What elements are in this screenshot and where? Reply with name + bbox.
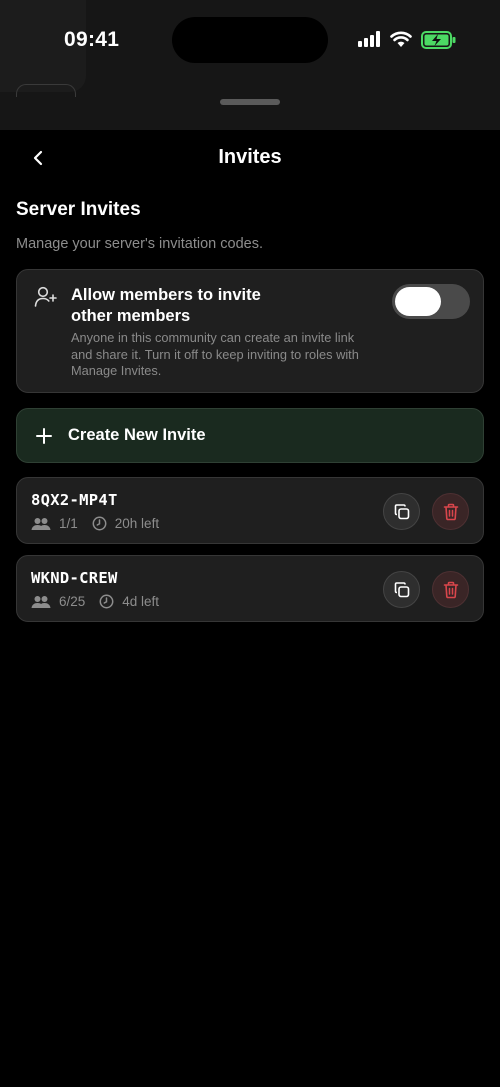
section-title: Server Invites bbox=[16, 199, 141, 220]
sheet-grabber[interactable] bbox=[220, 99, 280, 105]
allow-member-invites-setting: Allow members to invite other members An… bbox=[16, 269, 484, 393]
background-sheet-button bbox=[16, 84, 76, 97]
copy-invite-button[interactable] bbox=[383, 571, 420, 608]
allow-invites-title: Allow members to invite other members bbox=[71, 286, 261, 325]
clock-icon bbox=[92, 516, 107, 531]
toggle-knob bbox=[395, 287, 441, 316]
page-title: Invites bbox=[218, 146, 282, 168]
invite-meta: 6/25 4d left bbox=[31, 594, 159, 609]
invite-code: 8QX2-MP4T bbox=[31, 491, 118, 509]
invite-row: 8QX2-MP4T 1/1 20h left bbox=[16, 477, 484, 544]
invite-meta: 1/1 20h left bbox=[31, 516, 159, 531]
members-icon bbox=[31, 595, 51, 609]
trash-icon bbox=[443, 581, 458, 598]
section-subtitle: Manage your server's invitation codes. bbox=[16, 236, 263, 252]
members-icon bbox=[31, 517, 51, 531]
invite-code: WKND-CREW bbox=[31, 569, 118, 587]
invite-expiry: 4d left bbox=[122, 594, 160, 609]
invites-screen: 09:41 Invites Server Invites Manage your… bbox=[0, 0, 500, 1087]
invite-row: WKND-CREW 6/25 4d left bbox=[16, 555, 484, 622]
allow-invites-toggle[interactable] bbox=[392, 284, 470, 319]
clock-icon bbox=[99, 594, 114, 609]
copy-invite-button[interactable] bbox=[383, 493, 420, 530]
allow-invites-description: Anyone in this community can create an i… bbox=[71, 330, 359, 378]
plus-icon bbox=[36, 428, 52, 444]
status-bar-area: 09:41 bbox=[0, 0, 500, 130]
delete-invite-button[interactable] bbox=[432, 493, 469, 530]
copy-icon bbox=[394, 581, 409, 597]
create-new-invite-label: Create New Invite bbox=[68, 426, 206, 444]
wifi-icon bbox=[390, 31, 412, 47]
cellular-signal-icon bbox=[358, 31, 380, 47]
invite-expiry: 20h left bbox=[114, 516, 160, 531]
user-plus-icon bbox=[34, 286, 57, 307]
copy-icon bbox=[394, 503, 409, 519]
delete-invite-button[interactable] bbox=[432, 571, 469, 608]
dynamic-island bbox=[172, 17, 328, 63]
invite-uses: 6/25 bbox=[59, 594, 86, 609]
battery-charging-icon bbox=[421, 31, 456, 49]
invites-sheet: Invites Server Invites Manage your serve… bbox=[0, 130, 500, 1087]
status-time: 09:41 bbox=[64, 28, 120, 51]
create-new-invite-button[interactable]: Create New Invite bbox=[16, 408, 484, 463]
invite-uses: 1/1 bbox=[59, 516, 78, 531]
trash-icon bbox=[443, 503, 458, 520]
